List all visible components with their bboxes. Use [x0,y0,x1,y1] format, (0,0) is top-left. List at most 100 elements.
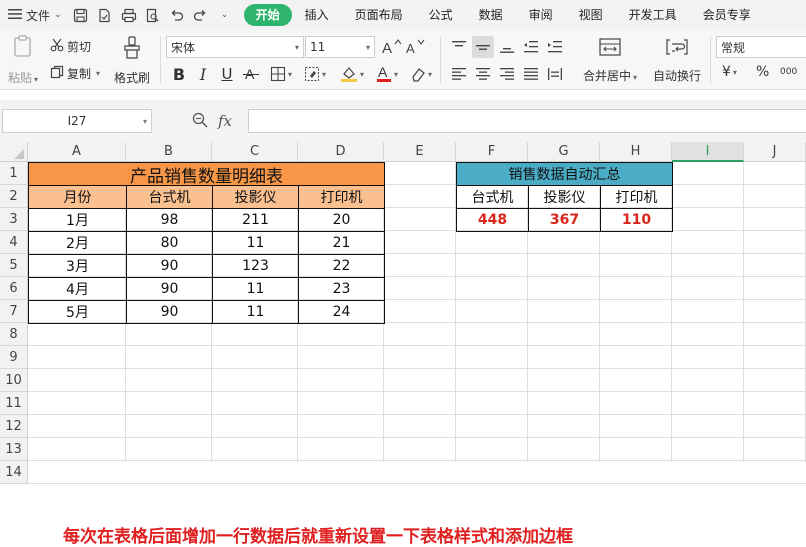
product-table-cell[interactable]: 211 [212,208,299,232]
currency-format-button[interactable]: ¥ ▾ [722,64,737,80]
save-icon[interactable] [72,6,90,24]
product-table-cell[interactable]: 90 [126,300,213,324]
column-header-j[interactable]: J [744,142,806,162]
font-color-button[interactable]: A ▾ [372,63,402,85]
paste-button[interactable]: 粘贴 ▾ [6,34,40,86]
redo-icon[interactable] [192,6,210,24]
summary-table-title[interactable]: 销售数据自动汇总 [456,162,673,186]
increase-font-button[interactable]: A [380,36,402,58]
product-table-cell[interactable]: 3月 [28,254,127,278]
decrease-indent-button[interactable] [520,36,542,58]
align-left-button[interactable] [448,63,470,85]
row-header-11[interactable]: 11 [0,392,28,415]
tab-member[interactable]: 会员专享 [690,4,764,26]
formula-input[interactable] [248,109,806,133]
font-size-select[interactable]: 11 ▾ [305,36,375,58]
product-table-cell[interactable]: 4月 [28,277,127,301]
print-icon[interactable] [120,6,138,24]
product-table-cell[interactable]: 24 [298,300,385,324]
product-table-cell[interactable]: 20 [298,208,385,232]
italic-button[interactable]: I [192,63,214,85]
name-box[interactable]: I27 ▾ [2,109,152,133]
percent-format-button[interactable]: % [756,64,769,80]
product-table-cell[interactable]: 23 [298,277,385,301]
tab-data[interactable]: 数据 [466,4,516,26]
cell-style-button[interactable]: ▾ [300,63,330,85]
product-table-title[interactable]: 产品销售数量明细表 [28,162,385,187]
product-table-cell[interactable]: 22 [298,254,385,278]
zoom-icon[interactable] [192,112,208,131]
fill-color-button[interactable]: ▾ [336,63,368,85]
format-painter-button[interactable]: 格式刷 [112,36,152,86]
bold-button[interactable]: B [168,63,190,85]
row-header-13[interactable]: 13 [0,438,28,461]
insert-function-button[interactable]: fx [218,112,232,130]
distributed-align-button[interactable] [544,63,566,85]
product-table-header[interactable]: 台式机 [126,185,213,209]
increase-indent-button[interactable] [544,36,566,58]
product-table-cell[interactable]: 123 [212,254,299,278]
column-header-i[interactable]: I [672,142,744,162]
product-table-cell[interactable]: 90 [126,254,213,278]
chevron-down-icon[interactable]: ⌄ [216,6,234,24]
column-header-c[interactable]: C [212,142,298,162]
product-table-cell[interactable]: 21 [298,231,385,255]
product-table-cell[interactable]: 11 [212,231,299,255]
strikethrough-button[interactable]: A [240,63,262,85]
row-header-9[interactable]: 9 [0,346,28,369]
product-table-header[interactable]: 月份 [28,185,127,209]
product-table-header[interactable]: 打印机 [298,185,385,209]
row-header-8[interactable]: 8 [0,323,28,346]
summary-table-value[interactable]: 448 [456,208,529,232]
align-top-button[interactable] [448,36,470,58]
column-header-b[interactable]: B [126,142,212,162]
row-header-14[interactable]: 14 [0,461,28,484]
align-bottom-button[interactable] [496,36,518,58]
export-pdf-icon[interactable] [96,6,114,24]
column-header-g[interactable]: G [528,142,600,162]
product-table-cell[interactable]: 11 [212,277,299,301]
column-header-e[interactable]: E [384,142,456,162]
tab-insert[interactable]: 插入 [292,4,342,26]
tab-review[interactable]: 审阅 [516,4,566,26]
product-table-cell[interactable]: 11 [212,300,299,324]
column-header-h[interactable]: H [600,142,672,162]
justify-button[interactable] [520,63,542,85]
copy-button[interactable]: 复制 ▾ [50,65,100,82]
align-center-button[interactable] [472,63,494,85]
product-table-cell[interactable]: 98 [126,208,213,232]
clear-format-button[interactable]: ▾ [406,63,436,85]
align-right-button[interactable] [496,63,518,85]
row-header-1[interactable]: 1 [0,162,28,185]
row-header-3[interactable]: 3 [0,208,28,231]
cut-button[interactable]: 剪切 [50,38,91,55]
product-table-cell[interactable]: 1月 [28,208,127,232]
product-table-header[interactable]: 投影仪 [212,185,299,209]
tab-formulas[interactable]: 公式 [416,4,466,26]
undo-icon[interactable] [168,6,186,24]
border-button[interactable]: ▾ [266,63,296,85]
summary-table-value[interactable]: 367 [528,208,601,232]
underline-button[interactable]: U [216,63,238,85]
wrap-text-button[interactable]: 自动换行 [650,38,704,84]
row-header-4[interactable]: 4 [0,231,28,254]
decrease-font-button[interactable]: A [404,36,426,58]
align-middle-button[interactable] [472,36,494,58]
summary-table-header[interactable]: 台式机 [456,185,529,209]
tab-developer[interactable]: 开发工具 [616,4,690,26]
tab-home[interactable]: 开始 [243,4,292,26]
row-header-10[interactable]: 10 [0,369,28,392]
product-table-cell[interactable]: 90 [126,277,213,301]
product-table-cell[interactable]: 80 [126,231,213,255]
product-table-cell[interactable]: 5月 [28,300,127,324]
column-header-f[interactable]: F [456,142,528,162]
row-header-5[interactable]: 5 [0,254,28,277]
file-menu[interactable]: 文件 ⌄ [0,0,68,30]
row-header-2[interactable]: 2 [0,185,28,208]
summary-table-header[interactable]: 投影仪 [528,185,601,209]
select-all-corner[interactable] [0,142,28,162]
summary-table-header[interactable]: 打印机 [600,185,673,209]
summary-table-value[interactable]: 110 [600,208,673,232]
font-name-select[interactable]: 宋体 ▾ [166,36,304,58]
tab-page-layout[interactable]: 页面布局 [342,4,416,26]
